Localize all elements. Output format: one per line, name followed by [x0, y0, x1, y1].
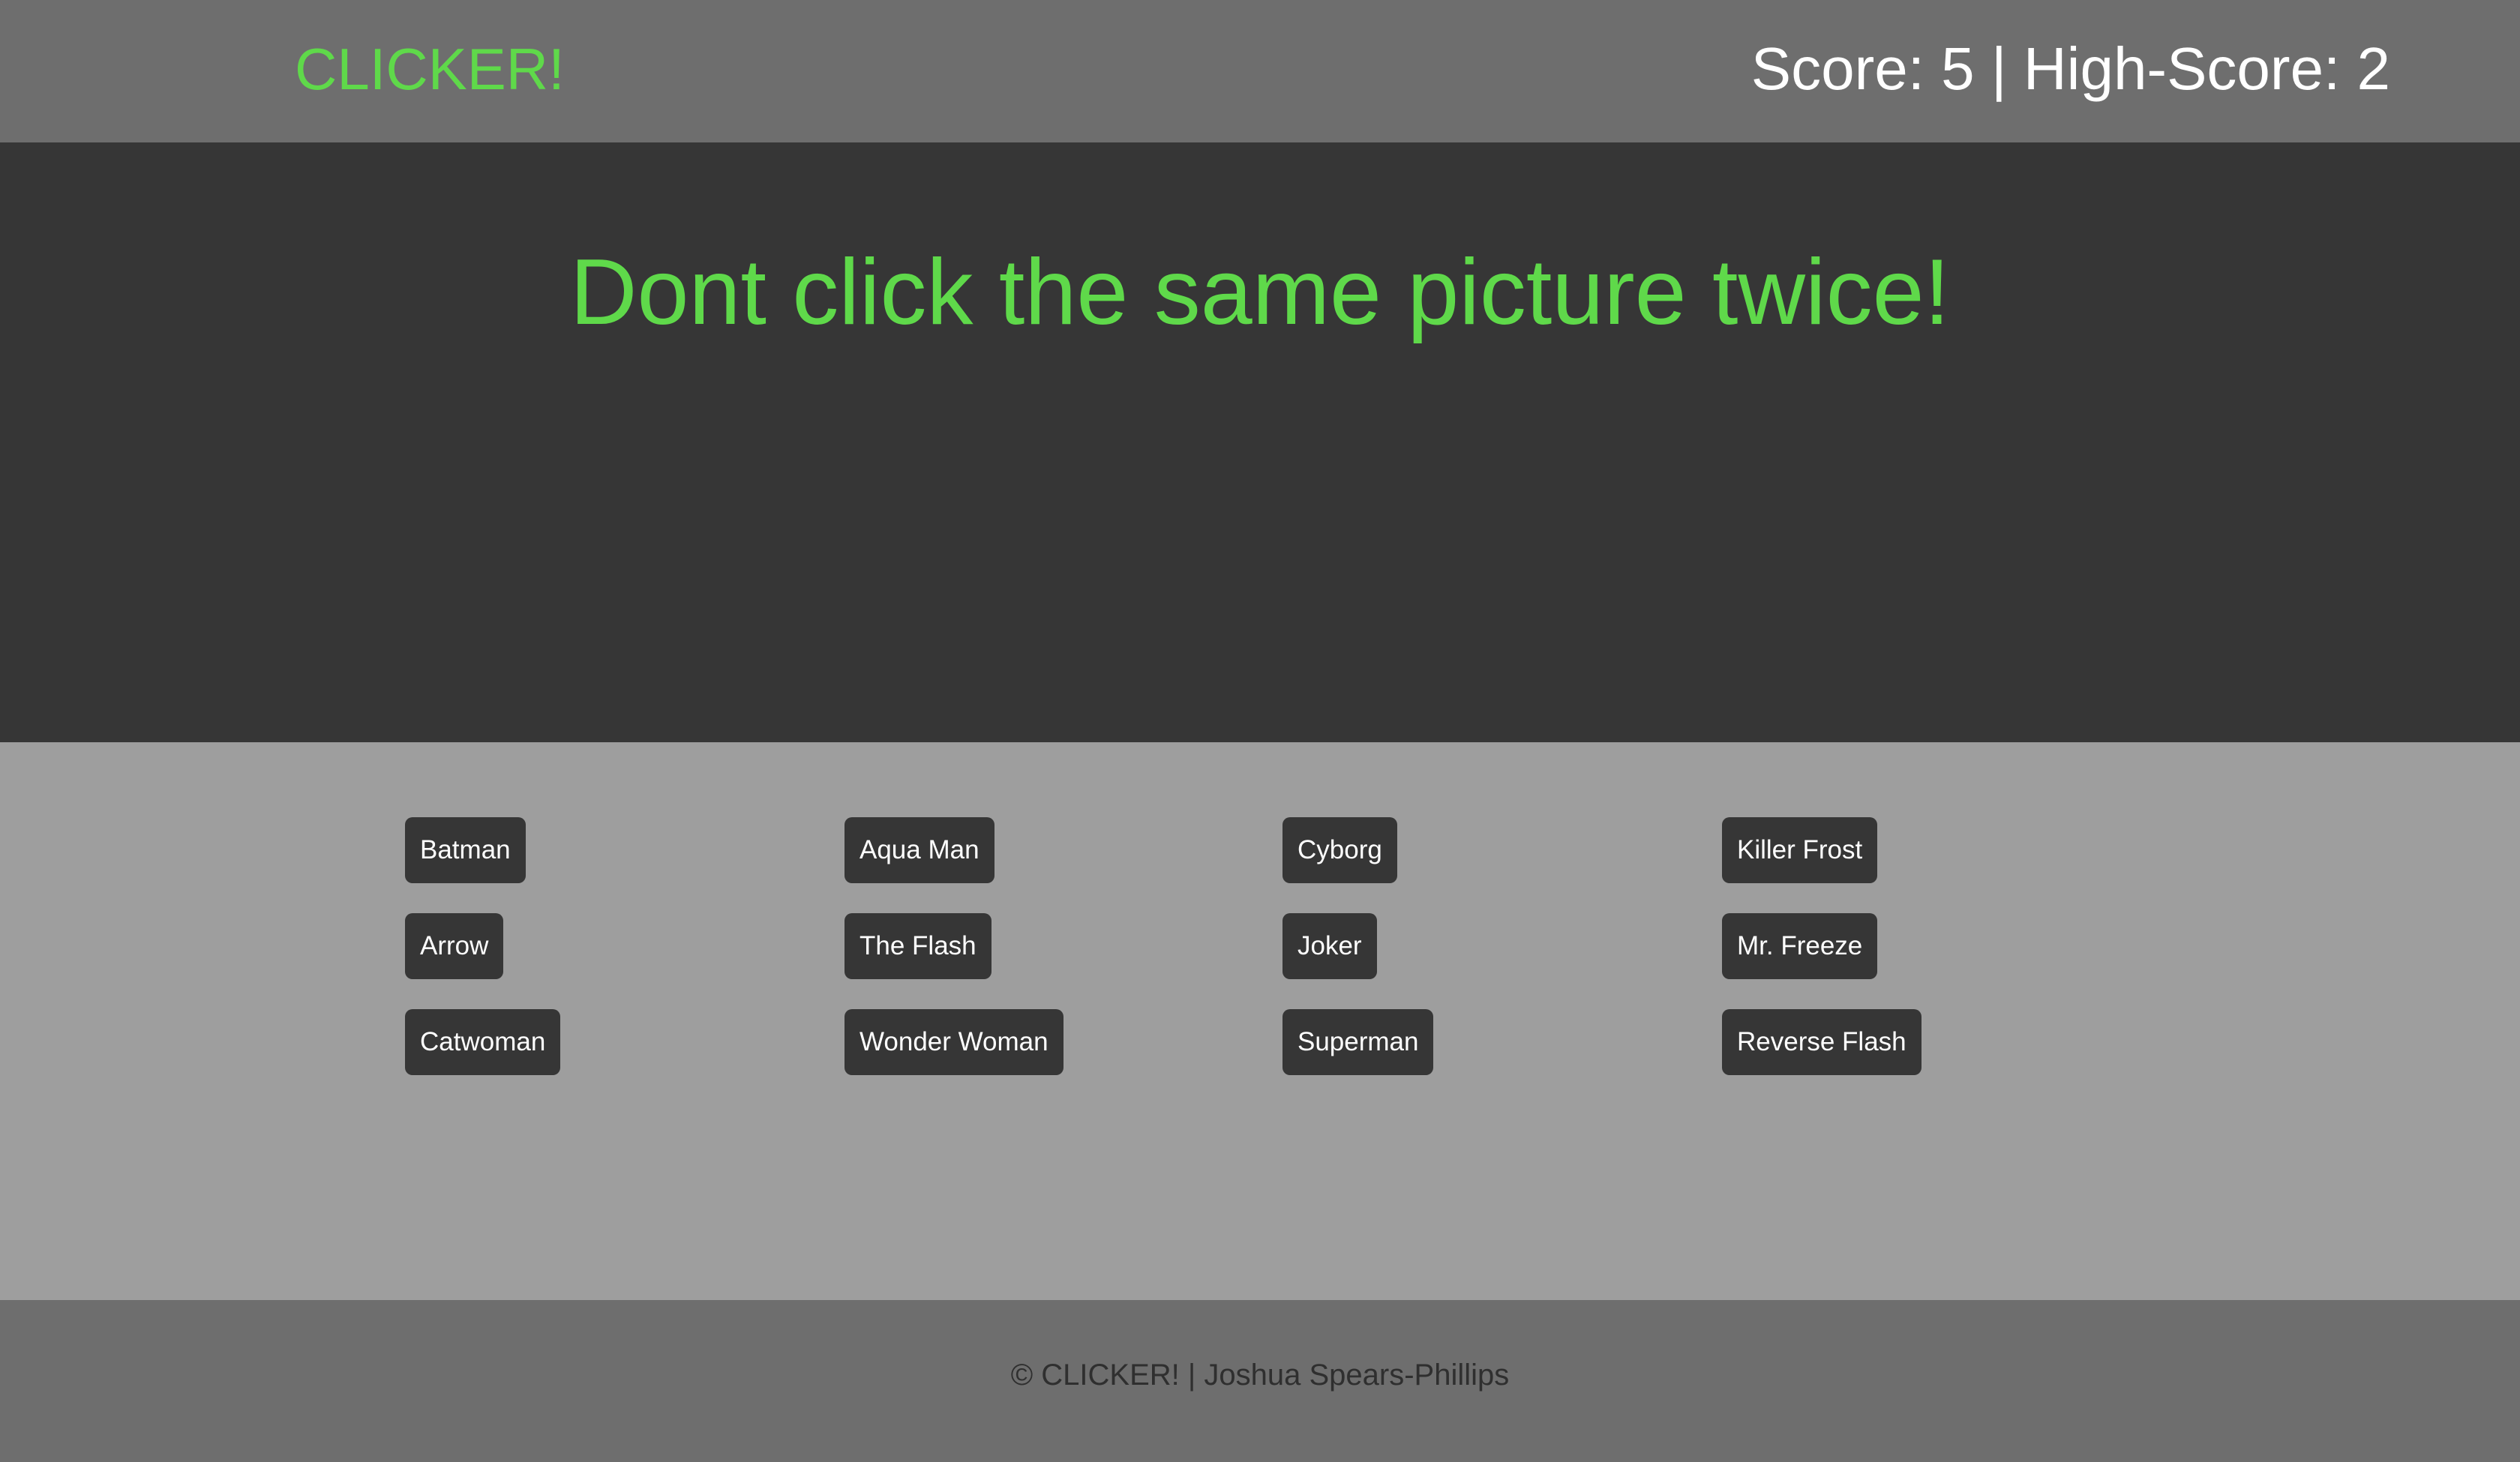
- card-button-batman[interactable]: Batman: [405, 817, 526, 883]
- navbar: CLICKER! Score: 5 | High-Score: 2: [0, 0, 2520, 142]
- card-button-killer-frost[interactable]: Killer Frost: [1722, 817, 1878, 883]
- card-button-aqua-man[interactable]: Aqua Man: [844, 817, 994, 883]
- hero-banner: Dont click the same picture twice!: [0, 142, 2520, 742]
- card-button-arrow[interactable]: Arrow: [405, 913, 504, 979]
- footer: © CLICKER! | Joshua Spears-Phillips: [0, 1300, 2520, 1462]
- cards-area: Batman Aqua Man Cyborg Killer Frost Arro…: [0, 742, 2520, 1300]
- card-button-mr-freeze[interactable]: Mr. Freeze: [1722, 913, 1878, 979]
- card-button-cyborg[interactable]: Cyborg: [1282, 817, 1397, 883]
- brand-logo-link[interactable]: CLICKER!: [295, 34, 565, 103]
- score-display: Score: 5 | High-Score: 2: [1750, 35, 2390, 102]
- card-button-wonder-woman[interactable]: Wonder Woman: [844, 1009, 1064, 1075]
- card-grid: Batman Aqua Man Cyborg Killer Frost Arro…: [405, 817, 2022, 1105]
- card-button-catwoman[interactable]: Catwoman: [405, 1009, 561, 1075]
- card-button-superman[interactable]: Superman: [1282, 1009, 1434, 1075]
- card-button-reverse-flash[interactable]: Reverse Flash: [1722, 1009, 1922, 1075]
- card-button-the-flash[interactable]: The Flash: [844, 913, 992, 979]
- page-title: Dont click the same picture twice!: [569, 241, 1951, 344]
- page: CLICKER! Score: 5 | High-Score: 2 Dont c…: [0, 0, 2520, 1462]
- footer-copyright: © CLICKER! | Joshua Spears-Phillips: [1010, 1359, 1510, 1392]
- card-button-joker[interactable]: Joker: [1282, 913, 1377, 979]
